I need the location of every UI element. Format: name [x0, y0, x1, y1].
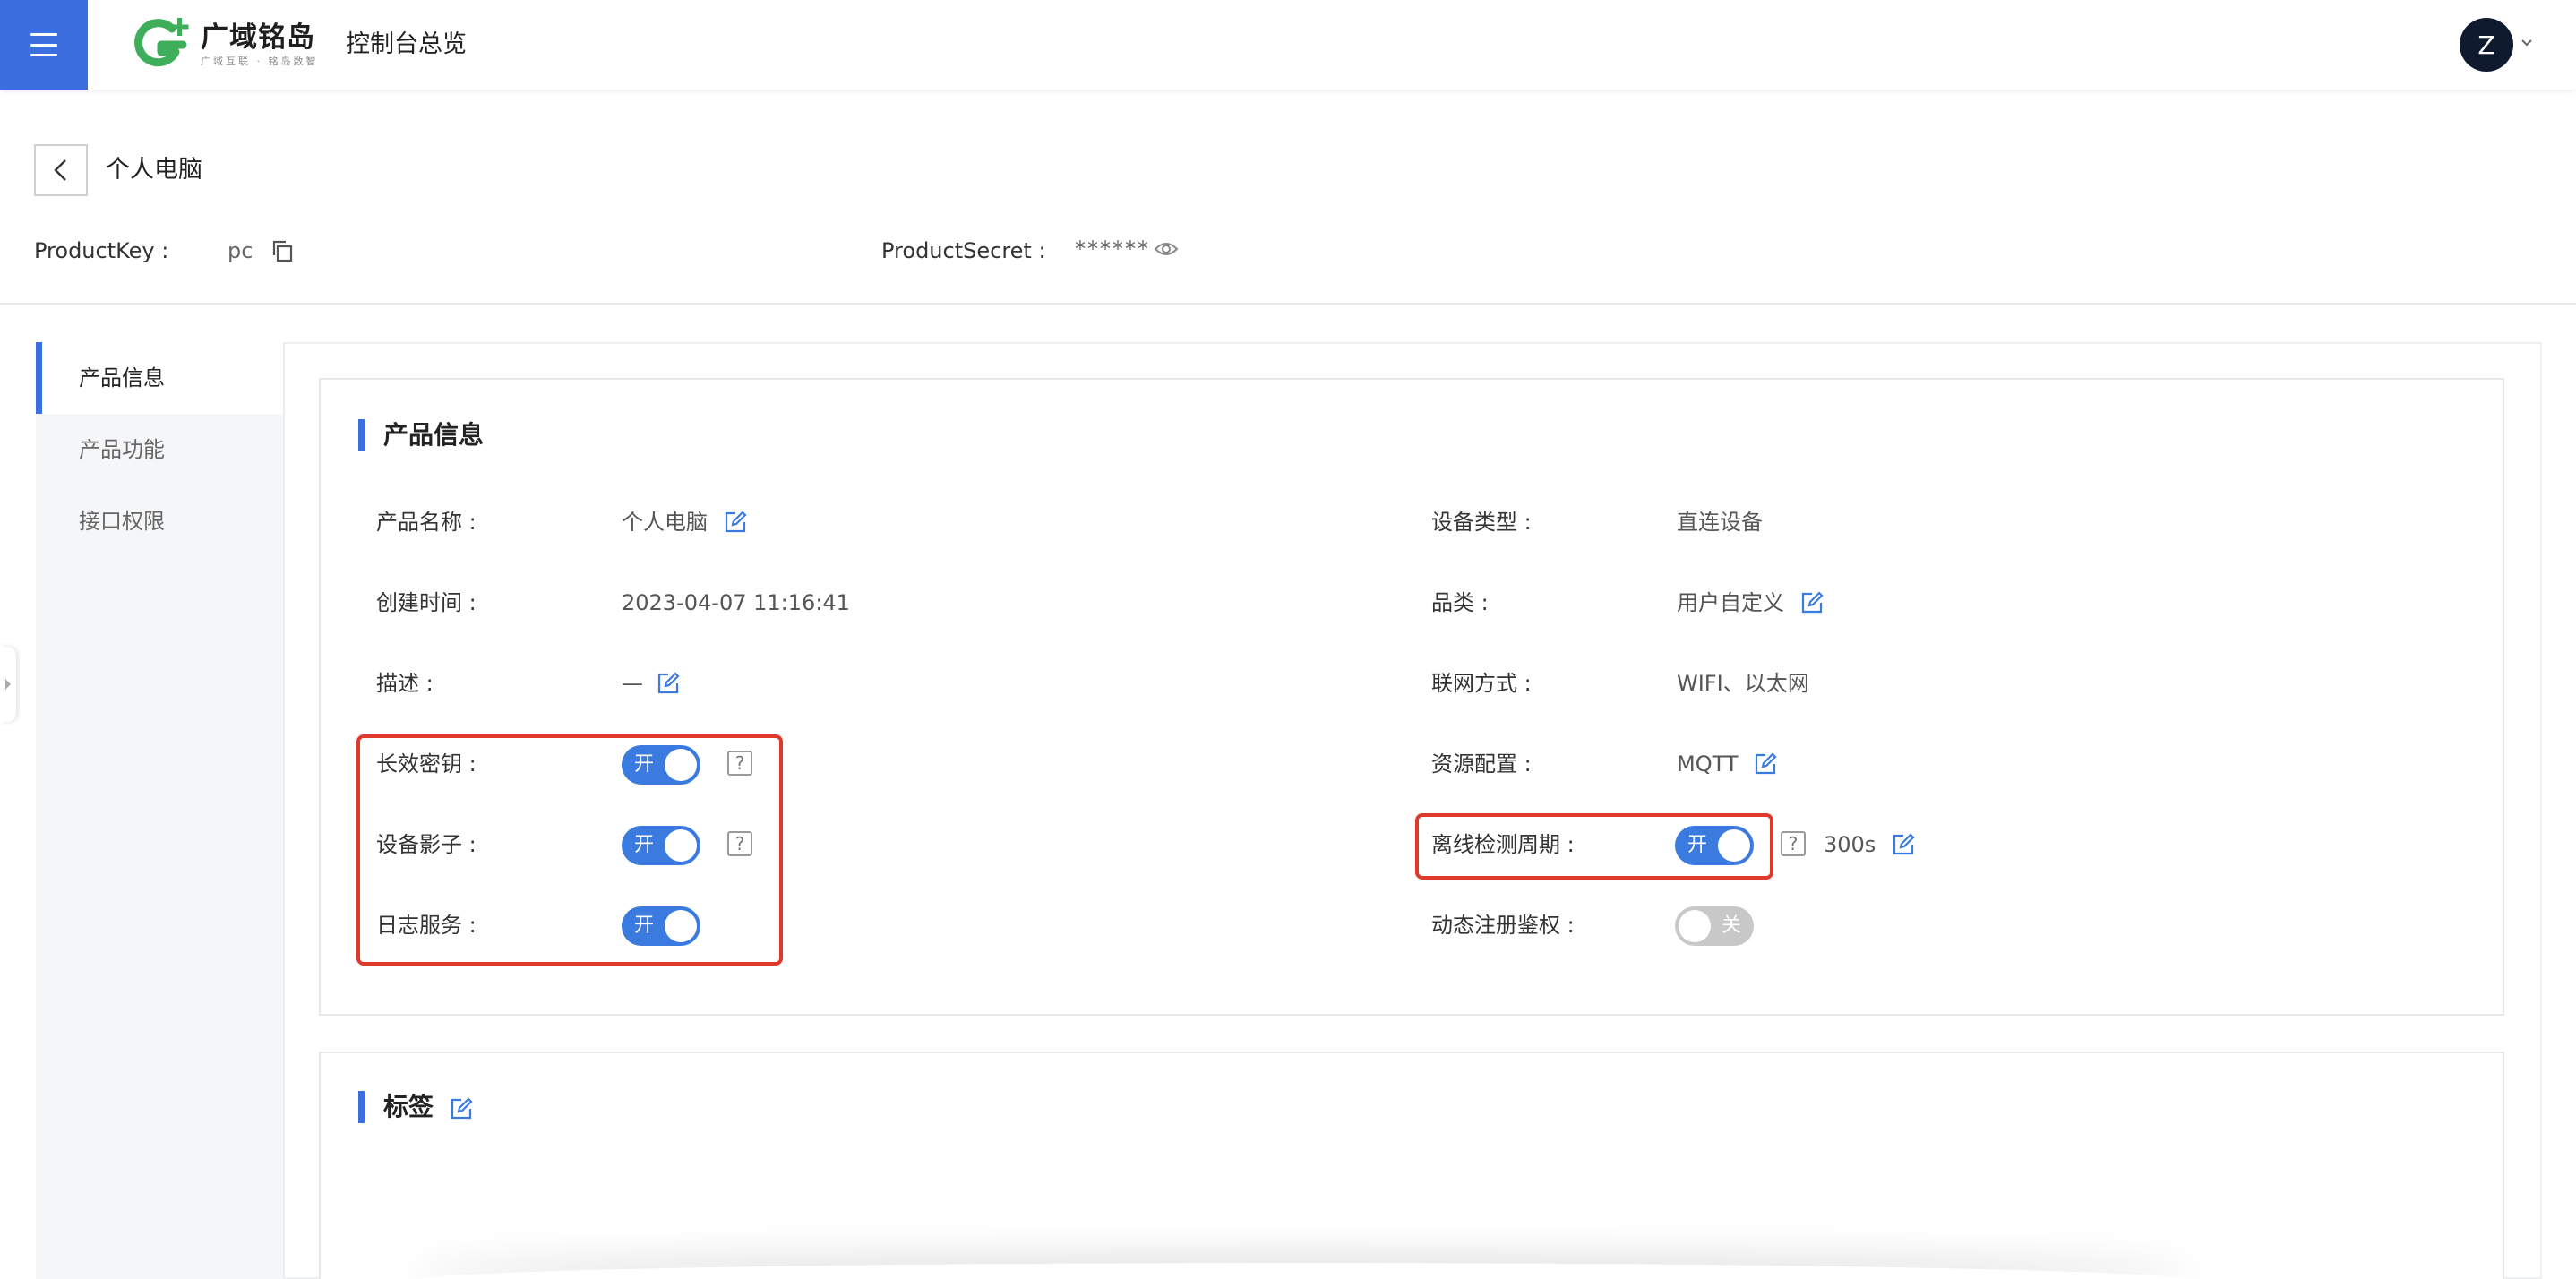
- product-key-label: ProductKey :: [34, 238, 169, 263]
- side-expand-handle[interactable]: [0, 647, 16, 722]
- resource-config-label: 资源配置 :: [1431, 751, 1532, 777]
- highlight-box: [1415, 813, 1773, 880]
- category-value: 用户自定义: [1677, 590, 1784, 615]
- product-name-label: 产品名称 :: [376, 510, 477, 535]
- edit-icon[interactable]: [1754, 752, 1777, 776]
- product-detail-nav: 产品信息 产品功能 接口权限: [36, 342, 285, 1279]
- resource-config-value: MQTT: [1677, 751, 1739, 777]
- page-title: 个人电脑: [106, 156, 202, 184]
- tags-title: 标签: [358, 1089, 434, 1125]
- edit-icon[interactable]: [1800, 591, 1824, 614]
- dynamic-register-toggle[interactable]: 关: [1675, 906, 1754, 946]
- product-key-value: pc: [228, 238, 253, 263]
- product-secret-value: ******: [1075, 236, 1150, 262]
- toggle-text: 关: [1721, 914, 1741, 937]
- eye-icon[interactable]: [1154, 240, 1179, 258]
- brand-logo[interactable]: 广域铭岛 广域互联 · 铭岛数智: [131, 16, 319, 73]
- avatar[interactable]: Z: [2460, 18, 2513, 72]
- caret-right-icon: [5, 679, 11, 690]
- device-type-label: 设备类型 :: [1431, 510, 1532, 535]
- network-value: WIFI、以太网: [1677, 671, 1809, 696]
- hamburger-icon: [30, 33, 57, 56]
- tags-card: [319, 1052, 2504, 1279]
- header-title[interactable]: 控制台总览: [346, 27, 467, 63]
- product-info-title: 产品信息: [358, 417, 484, 453]
- help-icon[interactable]: ?: [1781, 831, 1806, 856]
- nav-item-product-info[interactable]: 产品信息: [36, 342, 283, 414]
- copy-icon[interactable]: [270, 239, 294, 262]
- brand-slogan: 广域互联 · 铭岛数智: [201, 56, 319, 67]
- description-value: —: [622, 671, 643, 696]
- description-label: 描述 :: [376, 671, 434, 696]
- product-name-value: 个人电脑: [622, 510, 708, 535]
- highlight-box: [356, 734, 783, 966]
- edit-icon[interactable]: [724, 511, 747, 534]
- logo-mark-icon: [131, 16, 193, 73]
- created-time-value: 2023-04-07 11:16:41: [622, 590, 850, 615]
- menu-toggle-button[interactable]: [0, 0, 88, 90]
- top-bar: 广域铭岛 广域互联 · 铭岛数智 控制台总览 Z: [0, 0, 2576, 90]
- offline-period-value: 300s: [1824, 832, 1876, 857]
- product-secret-label: ProductSecret :: [881, 238, 1046, 263]
- chevron-left-icon: [54, 159, 66, 181]
- brand-name: 广域铭岛: [201, 21, 315, 54]
- nav-item-api-permission[interactable]: 接口权限: [36, 485, 283, 557]
- edit-icon[interactable]: [657, 672, 680, 695]
- created-time-label: 创建时间 :: [376, 590, 477, 615]
- header-divider: [0, 303, 2576, 305]
- back-button[interactable]: [34, 144, 88, 196]
- network-label: 联网方式 :: [1431, 671, 1532, 696]
- edit-icon[interactable]: [450, 1097, 473, 1120]
- dynamic-register-label: 动态注册鉴权 :: [1431, 913, 1575, 938]
- device-type-value: 直连设备: [1677, 510, 1763, 535]
- chevron-down-icon[interactable]: [2520, 36, 2533, 48]
- category-label: 品类 :: [1431, 590, 1489, 615]
- avatar-initial: Z: [2477, 30, 2495, 60]
- nav-item-product-function[interactable]: 产品功能: [36, 414, 283, 485]
- edit-icon[interactable]: [1892, 833, 1915, 856]
